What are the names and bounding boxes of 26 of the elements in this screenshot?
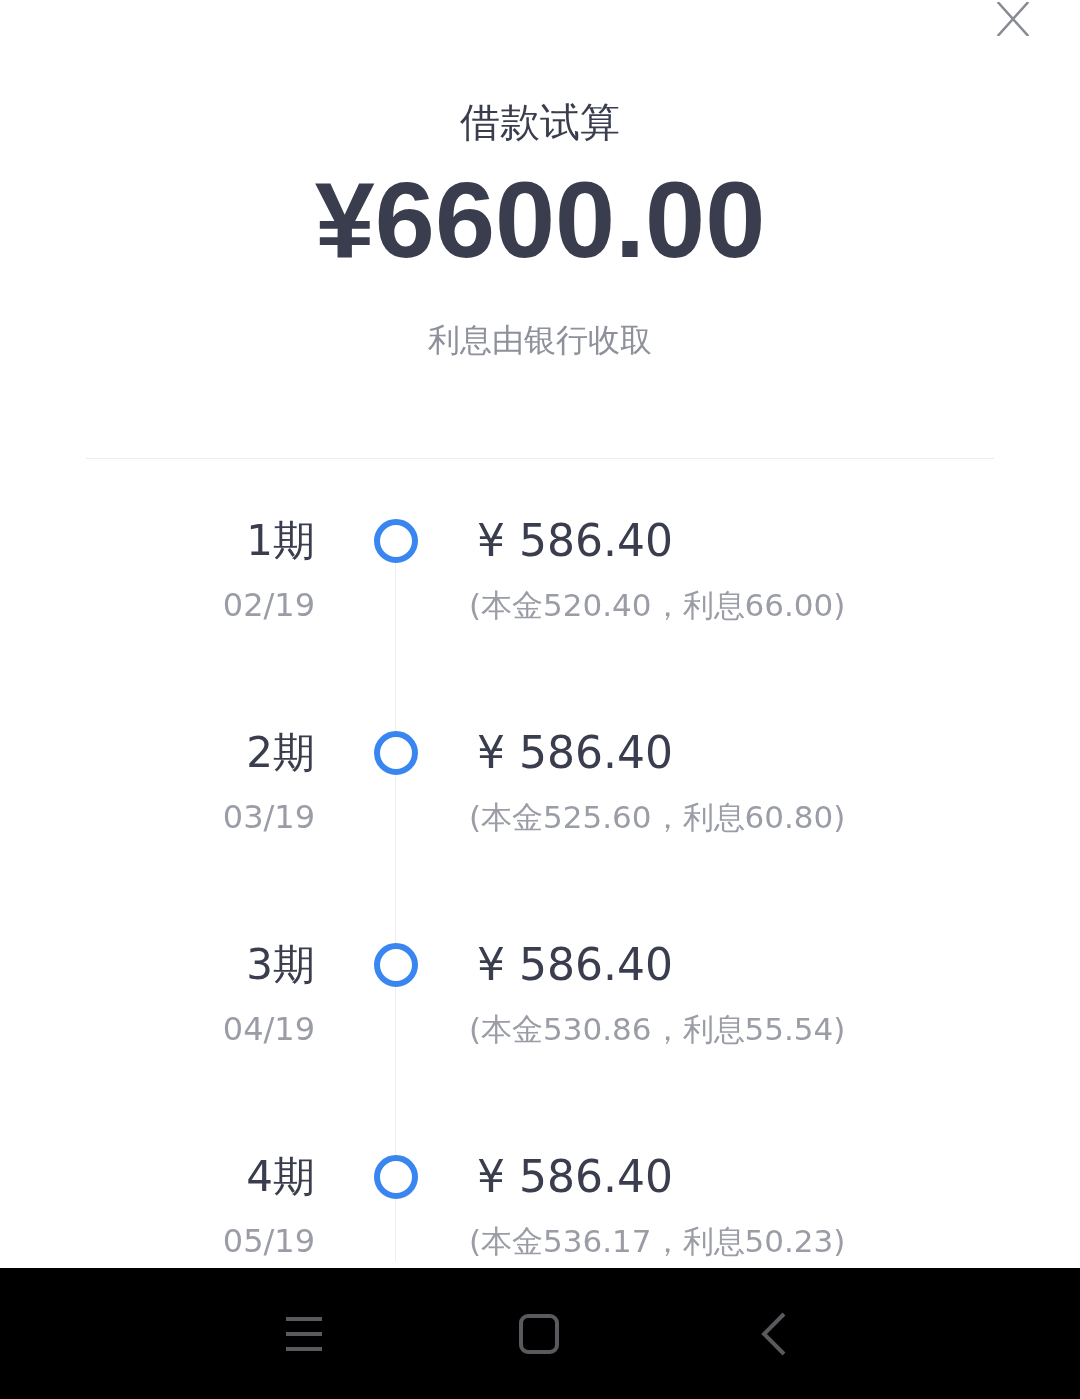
due-date: 02/19	[222, 585, 315, 625]
installment-amount: ¥ 586.40	[477, 726, 673, 780]
installment-breakdown: (本金530.86，利息55.54)	[469, 1010, 846, 1049]
home-icon[interactable]	[518, 1312, 560, 1355]
back-icon[interactable]	[760, 1311, 788, 1356]
due-date: 04/19	[222, 1009, 315, 1049]
installment-breakdown: (本金536.17，利息50.23)	[469, 1222, 846, 1261]
due-date: 05/19	[222, 1221, 315, 1261]
interest-note: 利息由银行收取	[428, 320, 652, 360]
installment-amount: ¥ 586.40	[477, 514, 673, 568]
period-label: 1期	[246, 515, 315, 567]
installment-amount: ¥ 586.40	[477, 938, 673, 992]
period-label: 4期	[246, 1151, 315, 1203]
timeline-node	[374, 1155, 418, 1199]
timeline-node	[374, 943, 418, 987]
dialog-title: 借款试算	[460, 98, 620, 146]
period-label: 3期	[246, 939, 315, 991]
timeline-node	[374, 519, 418, 563]
installment-breakdown: (本金525.60，利息60.80)	[469, 798, 846, 837]
menu-icon[interactable]	[284, 1315, 324, 1352]
installment-breakdown: (本金520.40，利息66.00)	[469, 586, 846, 625]
timeline-node	[374, 731, 418, 775]
period-label: 2期	[246, 727, 315, 779]
installment-amount: ¥ 586.40	[477, 1150, 673, 1204]
loan-amount: ¥6600.00	[314, 160, 766, 280]
due-date: 03/19	[222, 797, 315, 837]
